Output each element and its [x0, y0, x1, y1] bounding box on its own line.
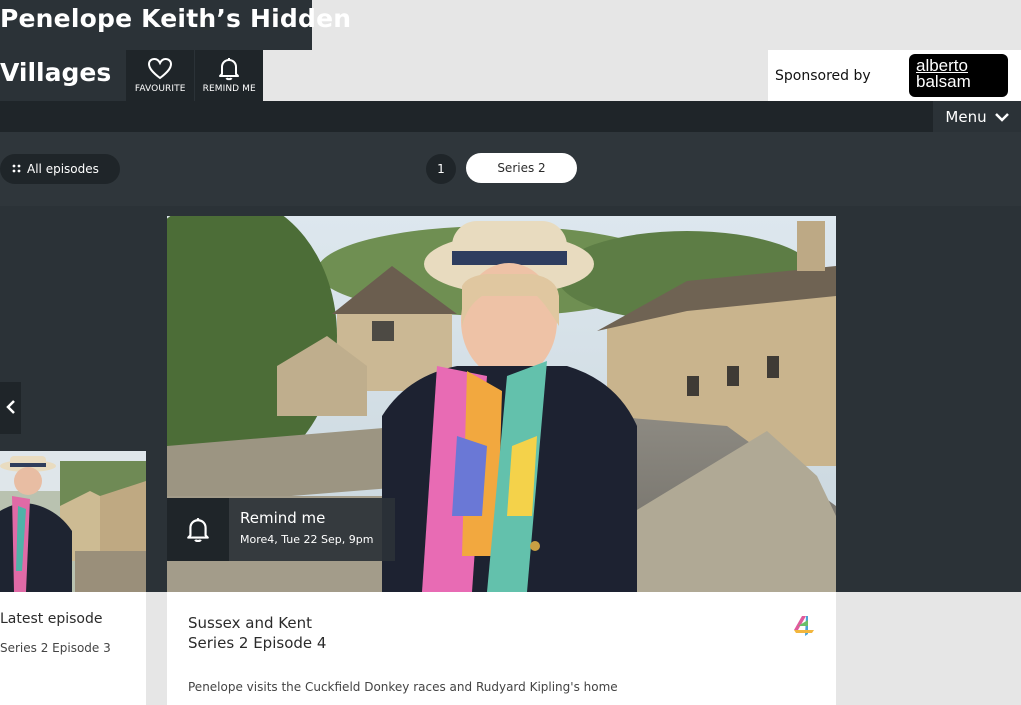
episode-description: Penelope visits the Cuckfield Donkey rac… [188, 680, 618, 694]
series-2-button[interactable]: Series 2 [466, 153, 577, 183]
favourite-button[interactable]: FAVOURITE [125, 50, 195, 101]
sponsor-banner[interactable]: Sponsored by alberto balsam [768, 50, 1021, 101]
sponsor-logo: alberto balsam [909, 54, 1008, 97]
programme-title-row: Villages FAVOURITE REMIND ME [0, 50, 264, 101]
channel4-logo-icon [792, 614, 816, 642]
bell-icon [216, 56, 242, 82]
bell-icon [167, 498, 229, 561]
programme-title-line1: Penelope Keith’s Hidden [0, 4, 352, 33]
programme-title-block: Penelope Keith’s Hidden [0, 0, 351, 50]
sponsor-text: Sponsored by [775, 67, 871, 84]
latest-episode-card[interactable]: Latest episode Series 2 Episode 3 [0, 451, 146, 705]
remind-me-title: Remind me [240, 509, 326, 527]
heart-icon [147, 56, 173, 82]
previous-episode-button[interactable] [0, 382, 21, 434]
series-1-button[interactable]: 1 [426, 154, 456, 184]
remind-me-text: Remind me More4, Tue 22 Sep, 9pm [229, 498, 373, 561]
episode-title-block: Sussex and Kent Series 2 Episode 4 [188, 613, 326, 653]
remind-me-button[interactable]: REMIND ME [194, 50, 264, 101]
remind-me-overlay[interactable]: Remind me More4, Tue 22 Sep, 9pm [167, 498, 395, 561]
nav-bar: Menu [0, 101, 1021, 132]
grid-dots-icon [12, 162, 21, 176]
series-bar: All episodes 1 Series 2 [0, 132, 1021, 206]
episode-info-card: Sussex and Kent Series 2 Episode 4 Penel… [167, 592, 836, 705]
remind-me-label: REMIND ME [202, 84, 256, 94]
chevron-left-icon [5, 396, 16, 420]
episode-subtitle: Series 2 Episode 4 [188, 634, 327, 652]
all-episodes-label: All episodes [27, 162, 99, 176]
episode-title: Sussex and Kent [188, 614, 312, 632]
all-episodes-button[interactable]: All episodes [0, 154, 120, 184]
latest-episode-thumbnail [0, 451, 146, 592]
latest-episode-label: Latest episode [0, 611, 103, 627]
menu-button[interactable]: Menu [933, 101, 1021, 132]
remind-me-detail: More4, Tue 22 Sep, 9pm [240, 533, 374, 546]
chevron-down-icon [994, 108, 1009, 126]
menu-label: Menu [945, 107, 987, 126]
sponsor-logo-line2: balsam [916, 72, 971, 91]
programme-title-line2: Villages [0, 58, 112, 87]
favourite-label: FAVOURITE [134, 84, 186, 94]
latest-episode-sublabel: Series 2 Episode 3 [0, 641, 111, 655]
